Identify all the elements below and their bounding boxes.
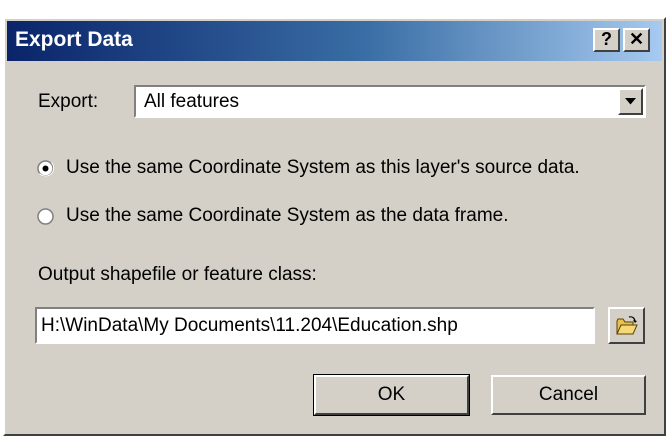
close-button[interactable]: ✕ [623, 28, 650, 52]
help-button[interactable]: ? [593, 28, 620, 52]
export-data-dialog: Export Data ? ✕ Export: All features Use… [3, 17, 666, 436]
cancel-button[interactable]: Cancel [491, 375, 646, 415]
export-label: Export: [38, 91, 99, 112]
close-icon: ✕ [628, 29, 645, 49]
output-label: Output shapefile or feature class: [38, 264, 317, 285]
open-folder-icon [616, 316, 638, 335]
browse-button[interactable] [608, 307, 645, 344]
output-path-input[interactable] [35, 307, 595, 344]
help-icon: ? [601, 29, 612, 49]
chevron-down-icon [625, 98, 636, 105]
dropdown-arrow-button[interactable] [618, 88, 643, 115]
ok-button[interactable]: OK [313, 374, 470, 416]
radio-data-frame-label: Use the same Coordinate System as the da… [66, 205, 509, 226]
radio-button-unselected[interactable] [37, 208, 54, 225]
export-dropdown[interactable]: All features [134, 85, 646, 118]
dialog-title: Export Data [15, 28, 133, 51]
radio-source-label: Use the same Coordinate System as this l… [66, 157, 580, 178]
radio-source-coordinate-system[interactable]: Use the same Coordinate System as this l… [37, 156, 647, 182]
export-dropdown-value: All features [144, 91, 240, 112]
radio-button-selected[interactable] [37, 160, 54, 177]
title-bar[interactable]: Export Data ? ✕ [7, 21, 662, 61]
radio-data-frame-coordinate-system[interactable]: Use the same Coordinate System as the da… [37, 204, 597, 230]
